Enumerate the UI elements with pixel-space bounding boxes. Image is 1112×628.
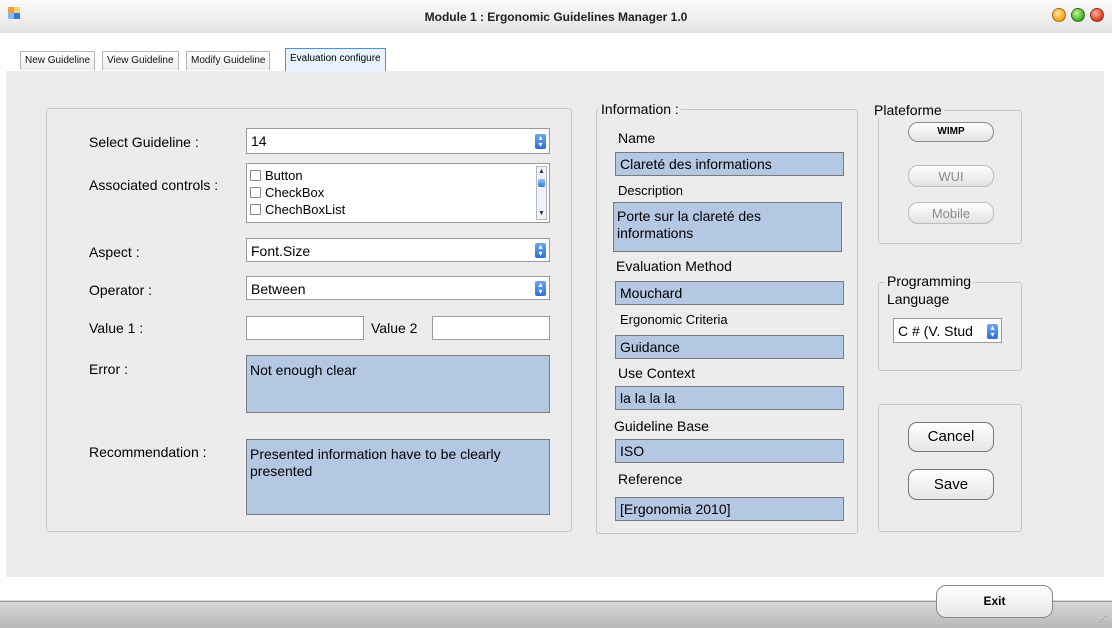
operator-dropdown[interactable]: Between ▴ ▾ bbox=[246, 276, 550, 300]
recommendation-textarea[interactable]: Presented information have to be clearly… bbox=[246, 439, 550, 515]
cancel-button[interactable]: Cancel bbox=[908, 422, 994, 452]
dropdown-arrow-icon: ▴ ▾ bbox=[535, 134, 546, 149]
name-field: Clareté des informations bbox=[615, 152, 844, 176]
maximize-button[interactable] bbox=[1071, 8, 1085, 22]
use-context-label: Use Context bbox=[618, 365, 696, 381]
dropdown-arrow-icon: ▴ ▾ bbox=[987, 324, 998, 339]
plateforme-legend: Plateforme bbox=[872, 102, 944, 118]
aspect-label: Aspect : bbox=[89, 244, 140, 260]
aspect-dropdown[interactable]: Font.Size ▴ ▾ bbox=[246, 238, 550, 262]
value1-label: Value 1 : bbox=[89, 320, 144, 336]
exit-button[interactable]: Exit bbox=[936, 585, 1053, 618]
evaluation-method-field: Mouchard bbox=[615, 281, 844, 305]
reference-label: Reference bbox=[618, 471, 683, 487]
mobile-button[interactable]: Mobile bbox=[908, 202, 994, 224]
tab-view-guideline[interactable]: View Guideline bbox=[102, 51, 179, 70]
dropdown-arrow-icon: ▴ ▾ bbox=[535, 281, 546, 296]
wui-button[interactable]: WUI bbox=[908, 165, 994, 187]
scroll-down-icon[interactable]: ▼ bbox=[537, 209, 546, 219]
evaluation-method-label: Evaluation Method bbox=[616, 258, 732, 274]
scroll-up-icon[interactable]: ▲ bbox=[537, 167, 546, 177]
close-button[interactable] bbox=[1090, 8, 1104, 22]
tab-new-guideline[interactable]: New Guideline bbox=[20, 51, 96, 70]
programming-language-legend: Programming Language bbox=[885, 272, 974, 308]
minimize-button[interactable] bbox=[1052, 8, 1066, 22]
list-scrollbar[interactable]: ▲ ▼ bbox=[536, 166, 547, 220]
operator-label: Operator : bbox=[89, 282, 153, 298]
checkbox-icon[interactable] bbox=[250, 187, 261, 198]
programming-language-dropdown[interactable]: C # (V. Stud ▴ ▾ bbox=[893, 318, 1002, 343]
use-context-field: la la la la bbox=[615, 386, 844, 410]
list-item[interactable]: CheckBox bbox=[250, 185, 324, 200]
associated-controls-label: Associated controls : bbox=[89, 177, 219, 193]
programming-language-value: C # (V. Stud bbox=[898, 323, 973, 339]
ergonomic-criteria-field: Guidance bbox=[615, 335, 844, 359]
value2-label: Value 2 bbox=[371, 320, 418, 336]
scroll-thumb[interactable] bbox=[538, 179, 545, 187]
tab-modify-guideline[interactable]: Modify Guideline bbox=[186, 51, 271, 70]
error-label: Error : bbox=[89, 361, 128, 377]
recommendation-label: Recommendation : bbox=[89, 444, 207, 460]
window-title: Module 1 : Ergonomic Guidelines Manager … bbox=[424, 10, 688, 24]
value1-input[interactable] bbox=[246, 316, 364, 340]
list-item[interactable]: Button bbox=[250, 168, 303, 183]
guideline-base-label: Guideline Base bbox=[614, 418, 709, 434]
value2-input[interactable] bbox=[432, 316, 550, 340]
associated-controls-list[interactable]: Button CheckBox ChechBoxList ▲ ▼ bbox=[246, 163, 550, 223]
select-guideline-label: Select Guideline : bbox=[89, 134, 199, 150]
name-label: Name bbox=[618, 130, 656, 146]
dropdown-arrow-icon: ▴ ▾ bbox=[535, 243, 546, 258]
checkbox-icon[interactable] bbox=[250, 204, 261, 215]
list-item[interactable]: ChechBoxList bbox=[250, 202, 345, 217]
reference-field: [Ergonomia 2010] bbox=[615, 497, 844, 521]
checkbox-icon[interactable] bbox=[250, 170, 261, 181]
guideline-base-field: ISO bbox=[615, 439, 844, 463]
wimp-button[interactable]: WIMP bbox=[908, 122, 994, 142]
description-field: Porte sur la clareté des informations bbox=[613, 202, 842, 252]
tab-evaluation-configure[interactable]: Evaluation configure bbox=[285, 48, 386, 72]
save-button[interactable]: Save bbox=[908, 469, 994, 500]
error-textarea[interactable]: Not enough clear bbox=[246, 355, 550, 413]
ergonomic-criteria-label: Ergonomic Criteria bbox=[620, 312, 728, 327]
select-guideline-value: 14 bbox=[251, 133, 267, 149]
select-guideline-dropdown[interactable]: 14 ▴ ▾ bbox=[246, 128, 550, 154]
aspect-value: Font.Size bbox=[251, 243, 311, 259]
operator-value: Between bbox=[251, 281, 306, 297]
description-label: Description bbox=[618, 183, 684, 198]
resize-grip-icon[interactable]: ⋰ bbox=[1099, 615, 1109, 625]
information-legend: Information : bbox=[599, 101, 681, 117]
